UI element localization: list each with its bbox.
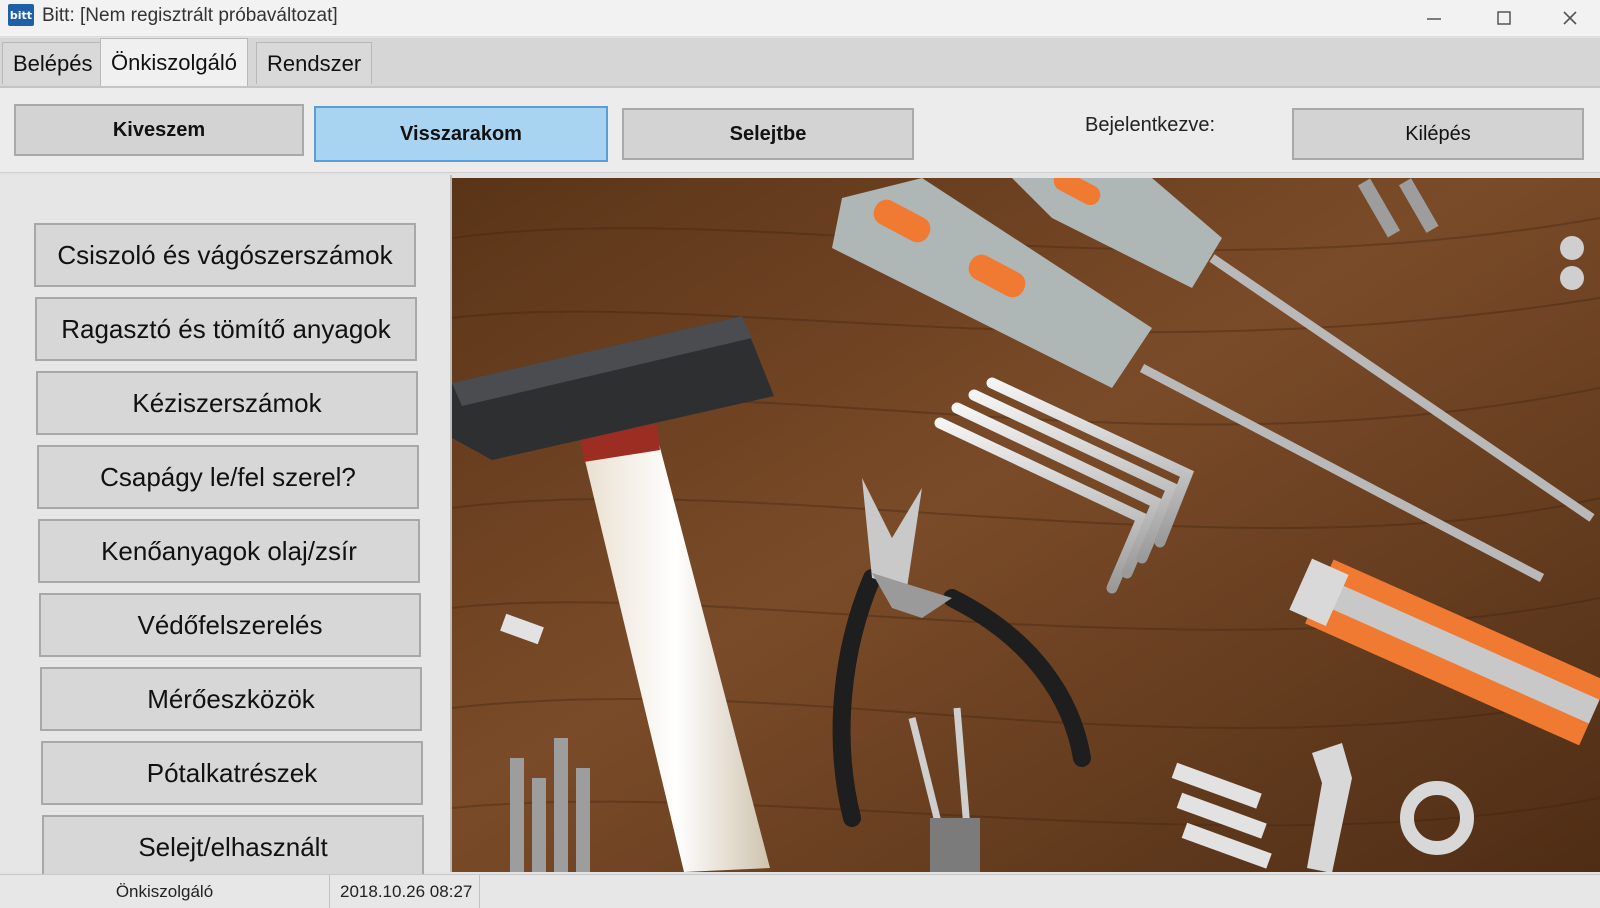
tab-rendszer[interactable]: Rendszer xyxy=(256,42,373,84)
minimize-icon[interactable] xyxy=(1404,2,1464,34)
category-scrap-used[interactable]: Selejt/elhasznált xyxy=(42,815,424,879)
category-hand-tools[interactable]: Kéziszerszámok xyxy=(36,371,418,435)
menu-tabs: Belépés Önkiszolgáló Rendszer xyxy=(0,38,1600,88)
category-adhesives-sealants[interactable]: Ragasztó és tömítő anyagok xyxy=(35,297,417,361)
tools-image xyxy=(452,178,1600,872)
close-icon[interactable] xyxy=(1540,2,1600,34)
category-measuring-tools[interactable]: Mérőeszközök xyxy=(40,667,422,731)
app-icon: bitt xyxy=(8,4,34,26)
category-lubricants[interactable]: Kenőanyagok olaj/zsír xyxy=(38,519,420,583)
tab-belepes[interactable]: Belépés xyxy=(2,42,104,84)
maximize-icon[interactable] xyxy=(1474,2,1534,34)
title-bar: bitt Bitt: [Nem regisztrált próbaváltoza… xyxy=(0,0,1600,37)
window-title: Bitt: [Nem regisztrált próbaváltozat] xyxy=(42,5,338,26)
tab-onkiszolgalo[interactable]: Önkiszolgáló xyxy=(100,38,248,86)
category-protective-equipment[interactable]: Védőfelszerelés xyxy=(39,593,421,657)
take-out-button[interactable]: Kiveszem xyxy=(14,104,304,156)
logout-button[interactable]: Kilépés xyxy=(1292,108,1584,160)
scrap-button[interactable]: Selejtbe xyxy=(622,108,914,160)
status-mode: Önkiszolgáló xyxy=(0,875,330,908)
put-back-button[interactable]: Visszarakom xyxy=(314,106,608,162)
category-panel: Csiszoló és vágószerszámok Ragasztó és t… xyxy=(0,175,452,879)
status-bar: Önkiszolgáló 2018.10.26 08:27 xyxy=(0,874,1600,908)
action-toolbar: Kiveszem Visszarakom Selejtbe Bejelentke… xyxy=(0,88,1600,173)
logged-in-label: Bejelentkezve: xyxy=(1085,114,1216,136)
status-datetime: 2018.10.26 08:27 xyxy=(330,875,480,908)
category-spare-parts[interactable]: Pótalkatrészek xyxy=(41,741,423,805)
category-grinding-cutting-tools[interactable]: Csiszoló és vágószerszámok xyxy=(34,223,416,287)
category-bearings[interactable]: Csapágy le/fel szerel? xyxy=(37,445,419,509)
